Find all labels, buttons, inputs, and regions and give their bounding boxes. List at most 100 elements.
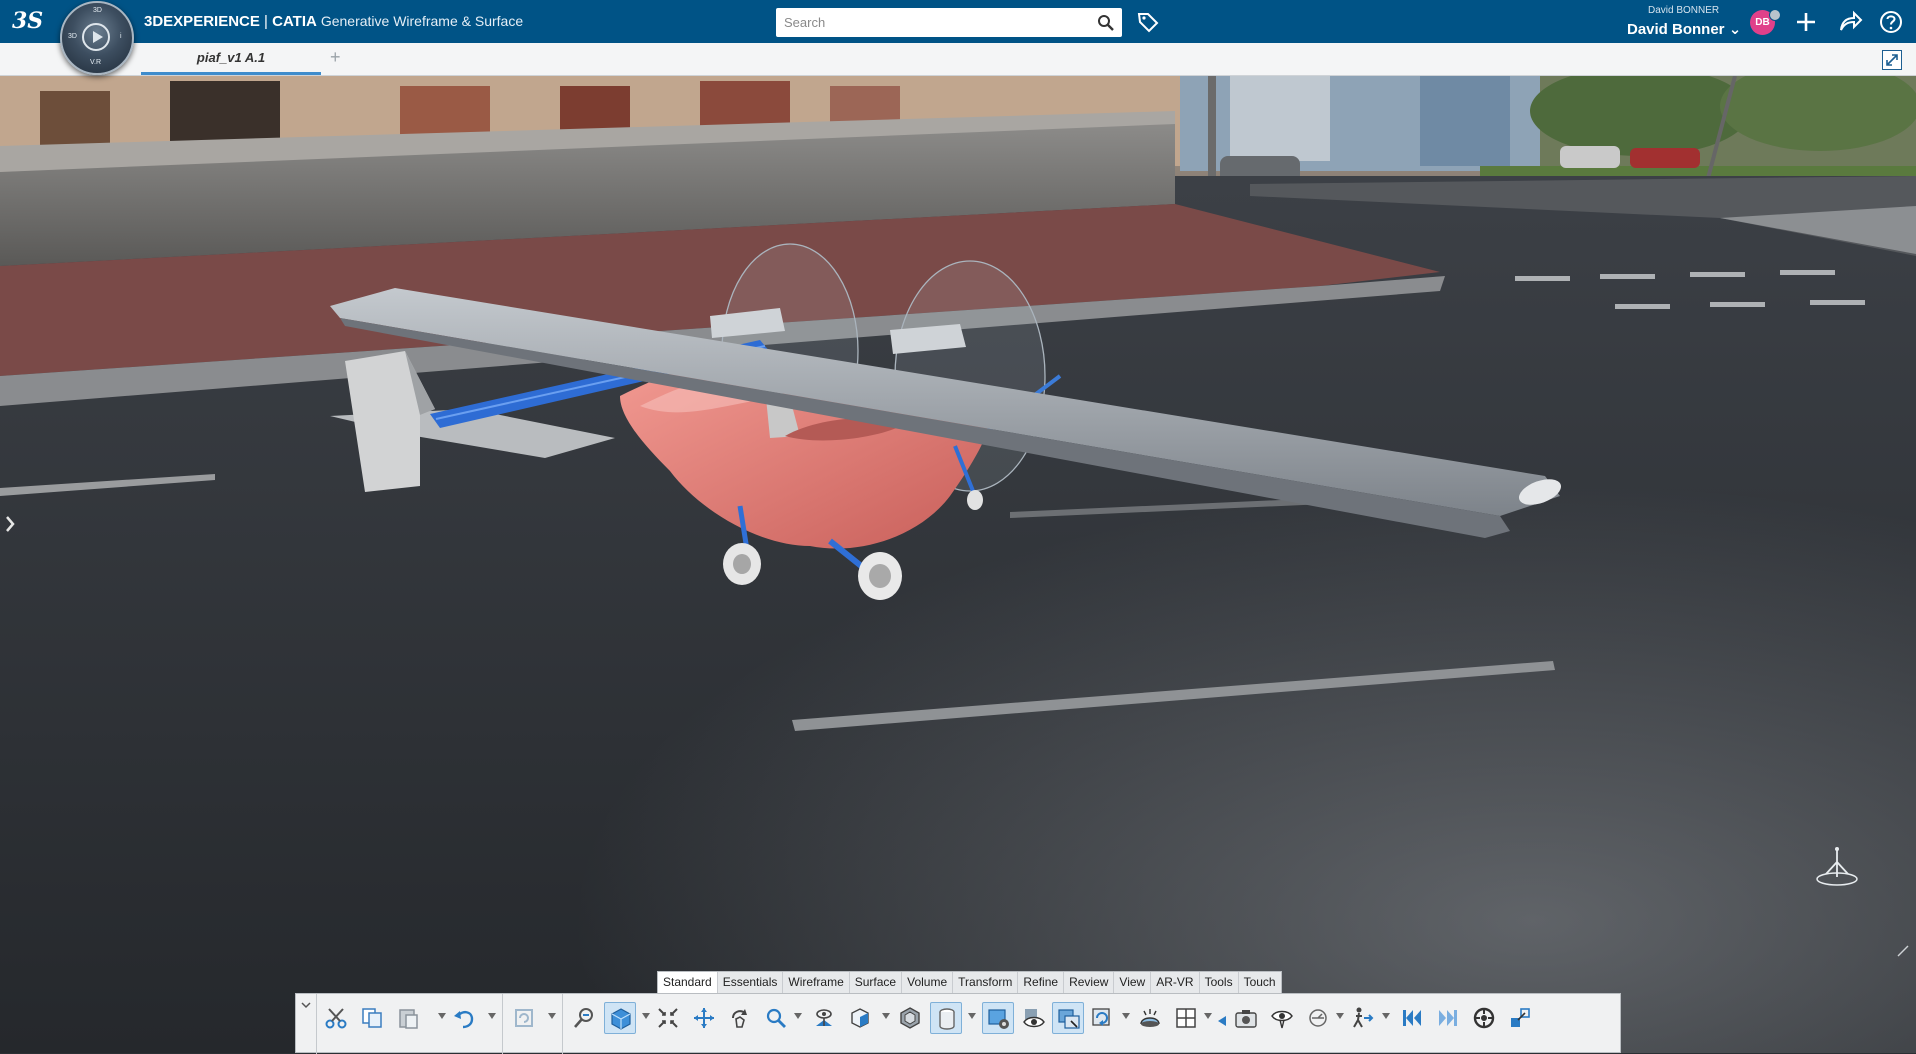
first-frame-button[interactable] [1396, 1002, 1428, 1034]
tab-review[interactable]: Review [1064, 972, 1115, 994]
cylinder-icon [939, 1008, 955, 1030]
update-button[interactable] [508, 1002, 540, 1034]
walk-dropdown-icon[interactable] [1382, 1013, 1390, 1019]
fly-dropdown-icon[interactable] [1336, 1013, 1344, 1019]
search-icon[interactable] [1097, 14, 1114, 31]
views-dropdown-icon[interactable] [882, 1013, 890, 1019]
pan-button[interactable] [688, 1002, 720, 1034]
zoom-button[interactable] [760, 1002, 792, 1034]
split-view-button[interactable] [1170, 1002, 1202, 1034]
look-at-icon [1271, 1010, 1293, 1029]
play-icon [82, 23, 110, 51]
refresh-view-button[interactable] [1086, 1002, 1118, 1034]
capture-button[interactable] [1230, 1002, 1262, 1034]
tab-refine[interactable]: Refine [1018, 972, 1065, 994]
first-frame-icon [1403, 1010, 1421, 1026]
tab-transform[interactable]: Transform [953, 972, 1019, 994]
walk-icon [1353, 1007, 1374, 1028]
add-tab-icon[interactable]: + [330, 47, 341, 68]
tab-tools[interactable]: Tools [1200, 972, 1239, 994]
cut-icon [325, 1008, 347, 1029]
last-frame-button[interactable] [1432, 1002, 1464, 1034]
action-bar [295, 993, 1621, 1054]
normal-view-button[interactable] [808, 1002, 840, 1034]
capture-icon [1235, 1010, 1257, 1028]
shading-button[interactable] [894, 1002, 926, 1034]
hide-show-button[interactable] [1018, 1002, 1050, 1034]
robot-compass-icon[interactable] [1812, 844, 1862, 894]
view-cube-button[interactable] [604, 1002, 636, 1034]
tab-piaf-v1[interactable]: piaf_v1 A.1 [141, 43, 321, 75]
export-icon [1511, 1008, 1530, 1027]
collapse-toolbar-icon[interactable] [300, 1000, 312, 1010]
tab-wireframe[interactable]: Wireframe [783, 972, 850, 994]
tab-view[interactable]: View [1114, 972, 1152, 994]
help-icon[interactable] [1878, 9, 1904, 35]
fly-button[interactable] [1302, 1002, 1334, 1034]
tab-standard[interactable]: Standard [658, 972, 718, 994]
view-dropdown-icon[interactable] [642, 1013, 650, 1019]
walk-button[interactable] [1346, 1002, 1378, 1034]
view-cube-icon [611, 1008, 631, 1030]
settings-wheel-button[interactable] [1468, 1002, 1500, 1034]
ambiance-button[interactable] [1134, 1002, 1166, 1034]
zoom-dropdown-icon[interactable] [794, 1013, 802, 1019]
zoom-icon [766, 1008, 786, 1028]
search-bar[interactable] [776, 8, 1122, 37]
scene-settings-button[interactable] [982, 1002, 1014, 1034]
paste-button[interactable] [392, 1002, 424, 1034]
tab-surface[interactable]: Surface [850, 972, 903, 994]
paste-icon [399, 1009, 418, 1029]
undo-dropdown-icon[interactable] [488, 1013, 496, 1019]
ambiance-icon [1140, 1009, 1160, 1027]
rotate-button[interactable] [724, 1002, 756, 1034]
swap-visible-button[interactable] [1052, 1002, 1084, 1034]
maximize-icon[interactable] [1882, 50, 1902, 70]
tab-touch[interactable]: Touch [1239, 972, 1281, 994]
cylinder-button[interactable] [930, 1002, 962, 1034]
toolbar-separator [502, 994, 503, 1054]
dassault-logo[interactable]: 3S [12, 6, 46, 36]
refresh-view-icon [1092, 1008, 1110, 1026]
tag-icon[interactable] [1136, 10, 1160, 34]
brand-product: CATIA [272, 13, 317, 30]
add-icon[interactable] [1793, 9, 1819, 35]
tab-essentials[interactable]: Essentials [718, 972, 784, 994]
user-name: David Bonner [1627, 21, 1725, 38]
compass-label-bottom: V.R [90, 59, 102, 66]
user-display-id: David BONNER [1648, 5, 1720, 16]
search-input[interactable] [776, 8, 1092, 37]
render-dropdown-icon[interactable] [968, 1013, 976, 1019]
resize-handle-icon[interactable] [1896, 944, 1910, 958]
swap-visible-icon [1058, 1009, 1080, 1029]
share-icon[interactable] [1837, 9, 1863, 35]
user-menu[interactable]: David Bonner ⌄ [1627, 20, 1741, 38]
compass-label-left: 3D [68, 33, 77, 40]
shading-icon [900, 1007, 920, 1029]
update-dropdown-icon[interactable] [548, 1013, 556, 1019]
tab-ar-vr[interactable]: AR-VR [1151, 972, 1200, 994]
3d-viewport[interactable] [0, 76, 1916, 1053]
compass-label-top: 3D [93, 7, 102, 14]
isometric-view-button[interactable] [844, 1002, 876, 1034]
tab-volume[interactable]: Volume [902, 972, 954, 994]
look-at-button[interactable] [1266, 1002, 1298, 1034]
compass-label-right: i [120, 33, 122, 40]
fit-all-icon [658, 1008, 678, 1028]
app-title: 3DEXPERIENCE | CATIA Generative Wireframe… [144, 13, 523, 30]
export-button[interactable] [1504, 1002, 1536, 1034]
update-icon [515, 1009, 533, 1027]
cut-button[interactable] [320, 1002, 352, 1034]
scroll-left-icon[interactable] [1218, 1016, 1226, 1026]
split-dropdown-icon[interactable] [1204, 1013, 1212, 1019]
settings-wheel-icon [1473, 1007, 1495, 1029]
normal-view-icon [816, 1009, 832, 1026]
undo-button[interactable] [448, 1002, 480, 1034]
copy-button[interactable] [356, 1002, 388, 1034]
expand-panel-icon[interactable] [4, 514, 16, 534]
fit-all-button[interactable] [652, 1002, 684, 1034]
refresh-dropdown-icon[interactable] [1122, 1013, 1130, 1019]
zoom-area-button[interactable] [568, 1002, 600, 1034]
paste-dropdown-icon[interactable] [438, 1013, 446, 1019]
compass-menu[interactable]: 3D 3D i V.R [60, 1, 134, 75]
